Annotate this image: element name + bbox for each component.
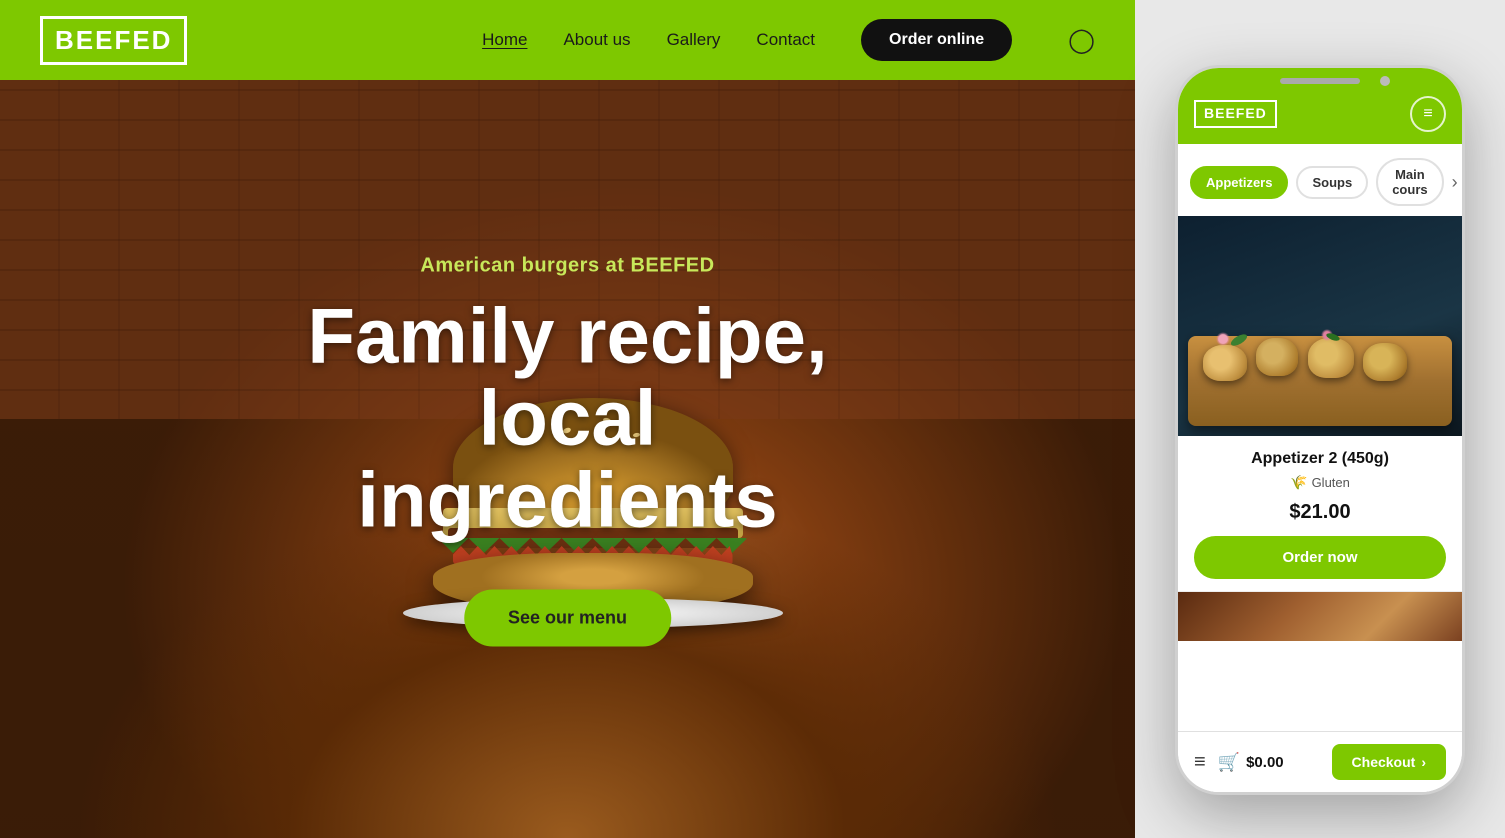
food-card-peek [1178, 591, 1462, 641]
nav-link-home[interactable]: Home [482, 30, 527, 50]
phone-frame: BEEFED ≡ Appetizers Soups Main cours › [1175, 65, 1465, 795]
hero-section: American burgers at BEEFED Family recipe… [0, 0, 1135, 838]
gluten-icon: 🌾 [1290, 474, 1307, 491]
hero-title: Family recipe, local ingredients [284, 295, 852, 541]
food-info: Appetizer 2 (450g) 🌾 Gluten $21.00 Order… [1178, 436, 1462, 591]
tabs-arrow-icon[interactable]: › [1452, 172, 1458, 193]
phone-food-content: Appetizer 2 (450g) 🌾 Gluten $21.00 Order… [1178, 216, 1462, 731]
user-icon[interactable]: ◯ [1068, 26, 1095, 55]
food-name: Appetizer 2 (450g) [1194, 450, 1446, 468]
tab-soups[interactable]: Soups [1296, 166, 1368, 199]
bottom-menu-icon[interactable]: ≡ [1194, 751, 1206, 774]
phone-notch [1280, 78, 1360, 84]
phone-inner: BEEFED ≡ Appetizers Soups Main cours › [1178, 68, 1462, 792]
food-peek-image [1178, 592, 1462, 641]
nav-link-gallery[interactable]: Gallery [667, 30, 721, 50]
checkout-button[interactable]: Checkout › [1332, 744, 1446, 780]
hero-subtitle: American burgers at BEEFED [284, 254, 852, 277]
order-online-button[interactable]: Order online [861, 19, 1012, 61]
food-price: $21.00 [1194, 501, 1446, 524]
food-image [1178, 216, 1462, 436]
nav-link-about[interactable]: About us [563, 30, 630, 50]
phone-camera [1380, 76, 1390, 86]
phone-logo: BEEFED [1194, 100, 1277, 128]
phone-mockup: BEEFED ≡ Appetizers Soups Main cours › [1175, 65, 1465, 795]
food-card-appetizer2: Appetizer 2 (450g) 🌾 Gluten $21.00 Order… [1178, 216, 1462, 591]
tab-appetizers[interactable]: Appetizers [1190, 166, 1288, 199]
nav-links: Home About us Gallery Contact Order onli… [482, 19, 1095, 61]
food-tag-label: Gluten [1312, 475, 1350, 490]
checkout-arrow-icon: › [1421, 754, 1426, 770]
phone-bottom-bar: ≡ 🛒 $0.00 Checkout › [1178, 731, 1462, 792]
cart-icon[interactable]: 🛒 [1218, 752, 1240, 773]
nav-logo: BEEFED [40, 16, 187, 65]
cart-section: 🛒 $0.00 [1218, 752, 1284, 773]
food-tag: 🌾 Gluten [1194, 474, 1446, 491]
hero-content: American burgers at BEEFED Family recipe… [284, 254, 852, 646]
see-menu-button[interactable]: See our menu [464, 589, 671, 646]
tab-main-course[interactable]: Main cours [1376, 158, 1443, 206]
phone-menu-button[interactable]: ≡ [1410, 96, 1446, 132]
navbar: BEEFED Home About us Gallery Contact Ord… [0, 0, 1135, 80]
cart-amount: $0.00 [1246, 754, 1284, 771]
order-now-button[interactable]: Order now [1194, 536, 1446, 579]
phone-category-tabs: Appetizers Soups Main cours › [1178, 144, 1462, 216]
nav-link-contact[interactable]: Contact [756, 30, 815, 50]
